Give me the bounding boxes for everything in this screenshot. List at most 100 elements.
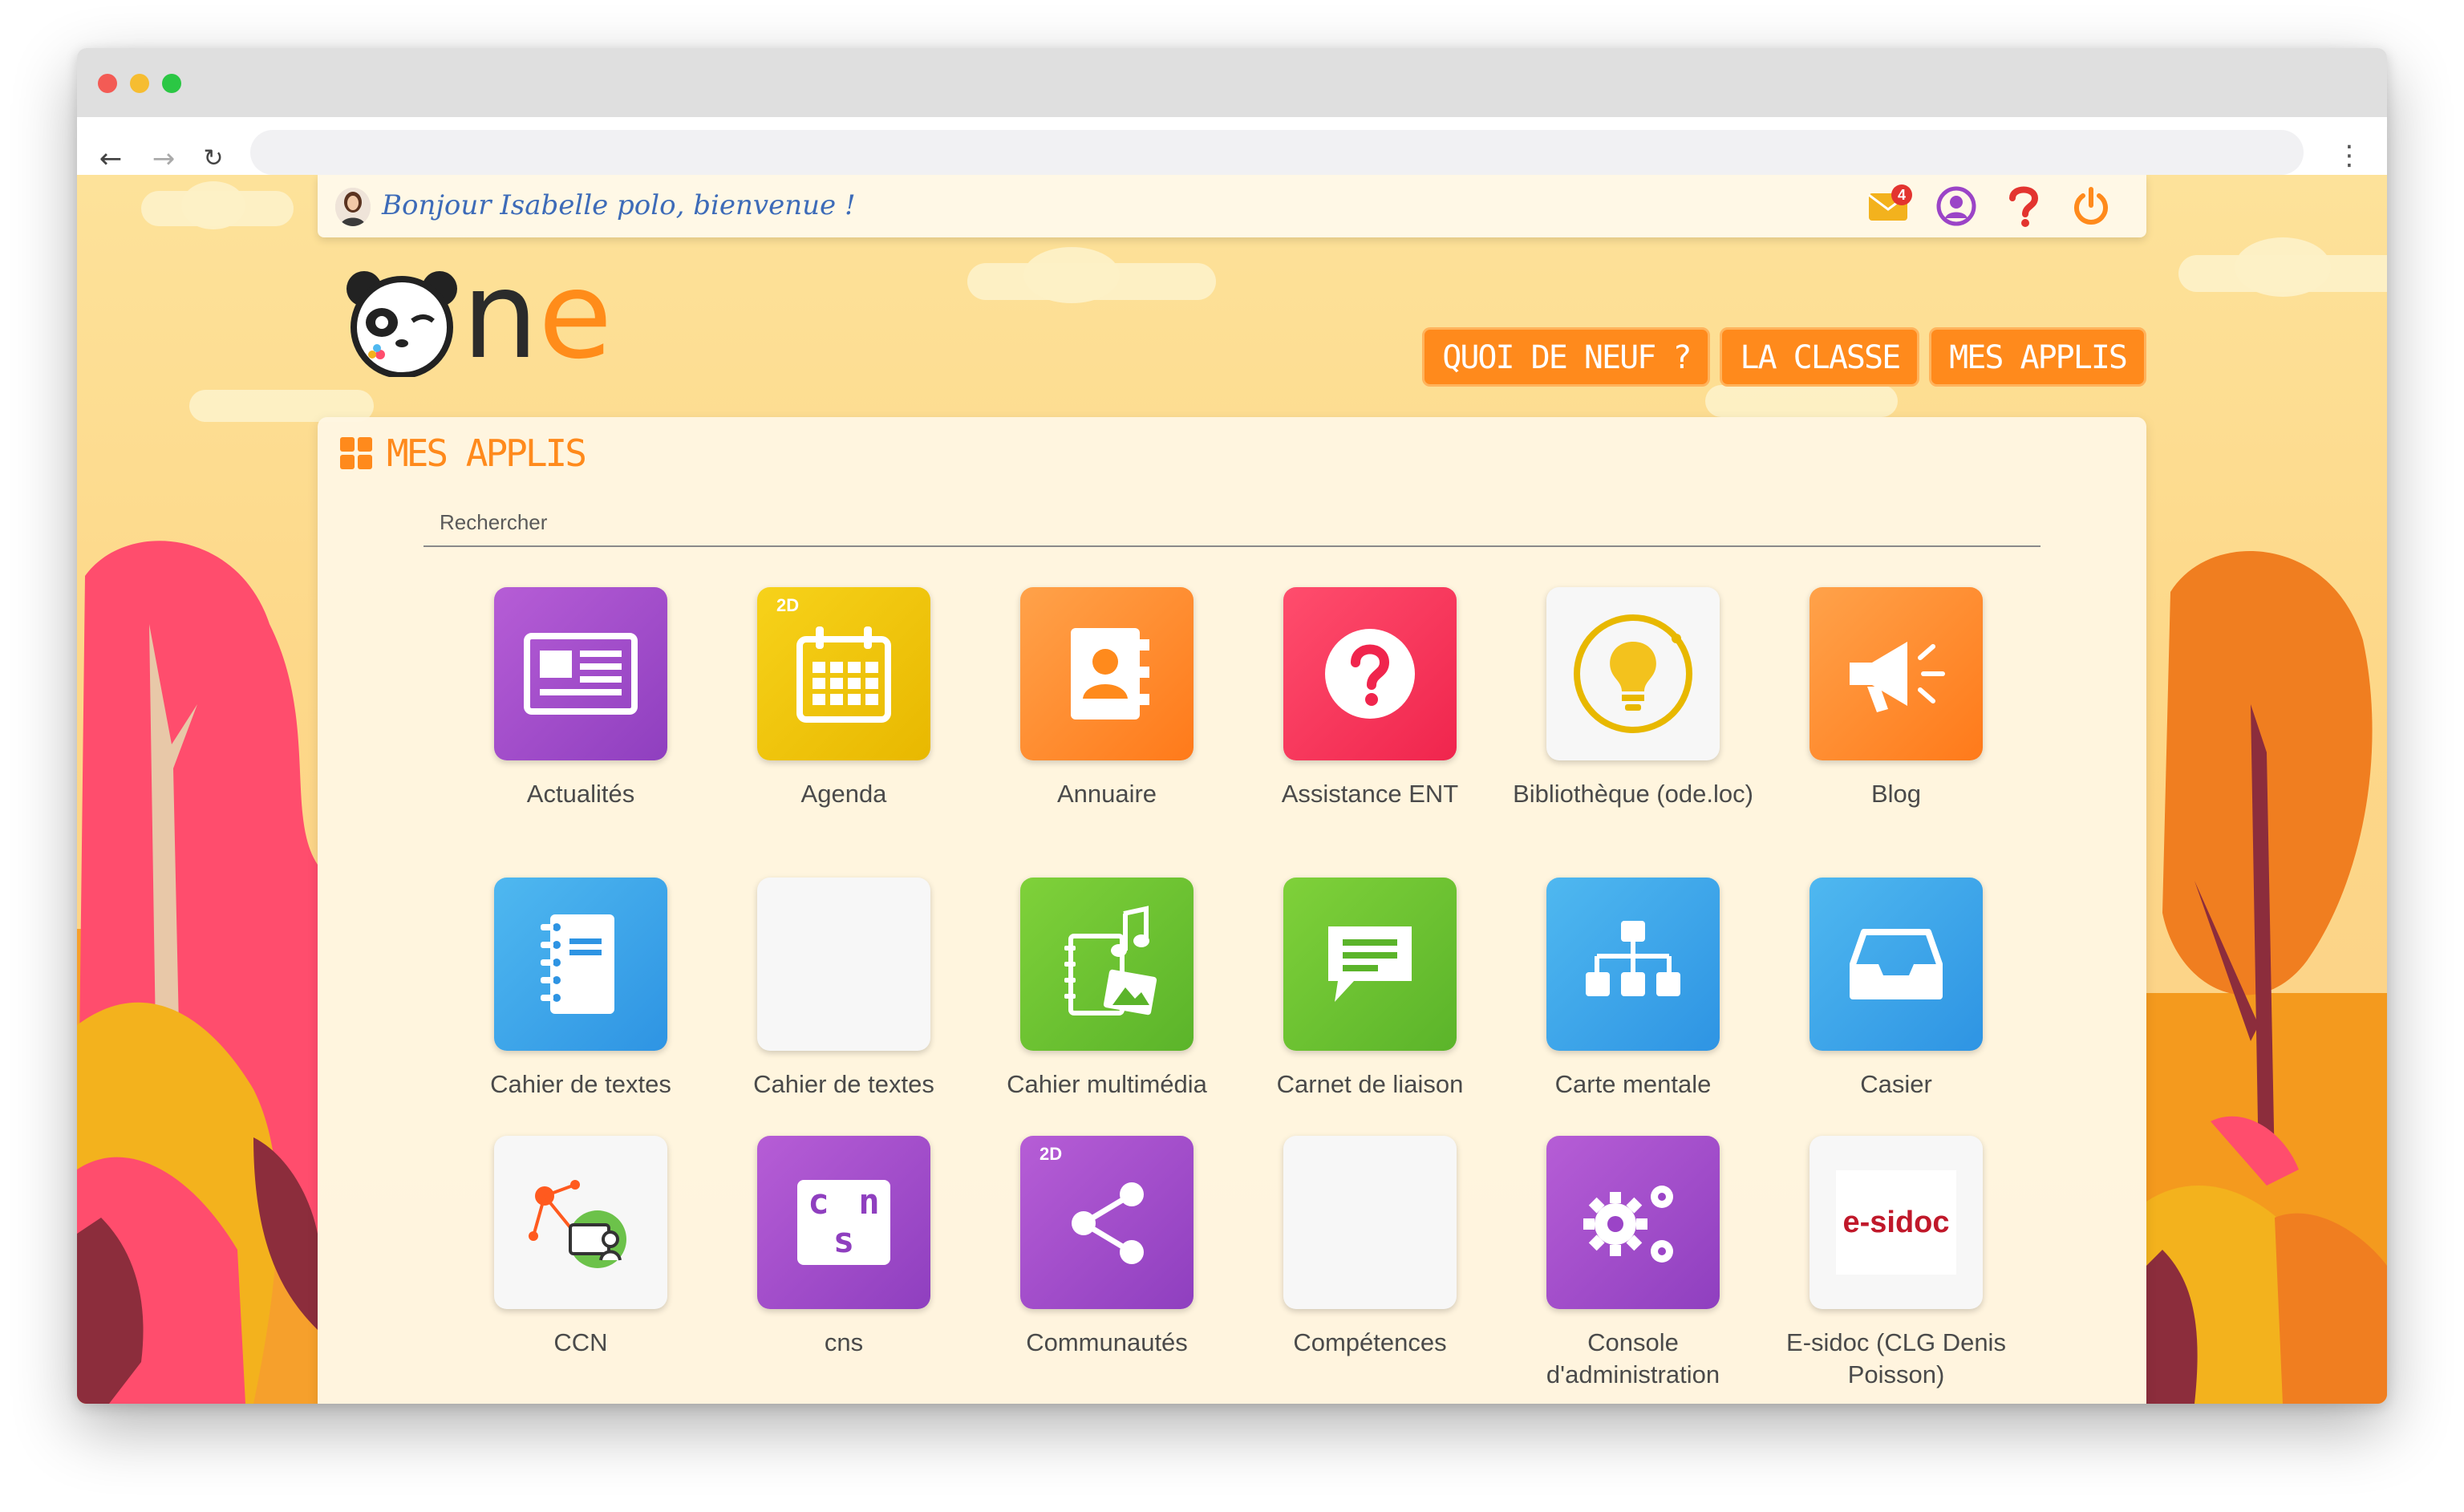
minimize-window-button[interactable] (130, 74, 149, 93)
panda-logo-icon (346, 271, 457, 379)
app-label: Carte mentale (1554, 1070, 1712, 1098)
app-tile[interactable] (1283, 1136, 1457, 1309)
app-cahier-de-textes-2[interactable]: Cahier de textes (715, 878, 972, 1101)
app-competences[interactable]: Compétences (1242, 1136, 1498, 1359)
browser-window: ← → ↻ ⋮ Bonjour Isabelle polo, bienvenue… (77, 48, 2387, 1404)
app-tile[interactable]: c n s (757, 1136, 930, 1309)
app-label: Console d'administration (1546, 1328, 1720, 1388)
page-viewport: Bonjour Isabelle polo, bienvenue ! 4 ne … (77, 175, 2387, 1404)
tab-quoi-de-neuf[interactable]: QUOI DE NEUF ? (1422, 327, 1711, 387)
lightbulb-icon (1574, 614, 1692, 733)
app-tile[interactable] (1546, 1136, 1720, 1309)
app-tile[interactable]: 2D (1020, 1136, 1194, 1309)
app-console-administration[interactable]: Console d'administration (1505, 1136, 1761, 1391)
app-tile[interactable]: 2D (757, 587, 930, 760)
logo-wordmark: ne (462, 256, 612, 376)
app-carnet-de-liaison[interactable]: Carnet de liaison (1242, 878, 1498, 1101)
app-label: Cahier multimédia (1007, 1070, 1207, 1098)
messages-button[interactable]: 4 (1866, 183, 1912, 229)
newspaper-icon (524, 633, 638, 715)
app-tile[interactable] (1283, 587, 1457, 760)
close-window-button[interactable] (98, 74, 117, 93)
notification-badge: 4 (1891, 184, 1912, 205)
cloud-decoration (1023, 247, 1120, 303)
apps-grid-icon (340, 437, 372, 469)
app-assistance-ent[interactable]: Assistance ENT (1242, 587, 1498, 810)
reload-icon[interactable]: ↻ (196, 141, 231, 176)
e-sidoc-logo-text: e-sidoc (1842, 1205, 1950, 1239)
user-avatar[interactable] (335, 188, 371, 226)
ccn-network-icon (529, 1180, 626, 1268)
main-navigation: QUOI DE NEUF ? LA CLASSE MES APPLIS (1422, 327, 2146, 387)
app-carte-mentale[interactable]: Carte mentale (1505, 878, 1761, 1101)
maximize-window-button[interactable] (162, 74, 181, 93)
forward-arrow-icon[interactable]: → (146, 141, 181, 176)
app-label: Compétences (1293, 1328, 1447, 1356)
one-logo[interactable]: ne (342, 256, 679, 379)
app-label: Cahier de textes (490, 1070, 671, 1098)
app-tile[interactable] (494, 587, 667, 760)
app-tile[interactable] (1546, 878, 1720, 1051)
notebook-icon (541, 914, 614, 1014)
app-label: Communautés (1026, 1328, 1188, 1356)
app-annuaire[interactable]: Annuaire (979, 587, 1235, 810)
app-blog[interactable]: Blog (1768, 587, 2024, 810)
app-label: Annuaire (1056, 780, 1157, 808)
gears-icon (1583, 1186, 1673, 1263)
app-label: Assistance ENT (1281, 780, 1459, 808)
app-e-sidoc[interactable]: e-sidoc E-sidoc (CLG Denis Poisson) (1768, 1136, 2024, 1391)
account-button[interactable] (1933, 183, 1980, 229)
panel-title: MES APPLIS (340, 432, 587, 475)
user-profile-icon (1936, 186, 1976, 226)
help-button[interactable] (2000, 183, 2047, 229)
cloud-decoration (1705, 385, 1898, 417)
app-actualites[interactable]: Actualités (452, 587, 709, 810)
greeting-text: Bonjour Isabelle polo, bienvenue ! (382, 189, 856, 221)
search-input[interactable]: Rechercher (424, 497, 2040, 547)
app-tile[interactable] (1020, 587, 1194, 760)
app-tile[interactable] (1810, 878, 1983, 1051)
app-label: Carnet de liaison (1276, 1070, 1464, 1098)
e-sidoc-logo: e-sidoc (1836, 1170, 1956, 1275)
cloud-decoration (181, 181, 245, 229)
app-tile[interactable]: e-sidoc (1810, 1136, 1983, 1309)
app-tile[interactable] (1810, 587, 1983, 760)
app-tile[interactable] (1546, 587, 1720, 760)
sitemap-icon (1586, 921, 1680, 996)
app-casier[interactable]: Casier (1768, 878, 2024, 1101)
app-bibliotheque[interactable]: Bibliothèque (ode.loc) (1505, 587, 1761, 810)
app-label: Casier (1860, 1070, 1932, 1098)
speech-bubble-icon (1328, 926, 1412, 1002)
tab-mes-applis[interactable]: MES APPLIS (1929, 327, 2146, 387)
app-tile[interactable] (757, 878, 930, 1051)
logout-button[interactable] (2068, 183, 2114, 229)
autumn-tree-right-illustration (2146, 551, 2387, 1404)
app-tile[interactable] (1020, 878, 1194, 1051)
app-tile[interactable] (1283, 878, 1457, 1051)
share-network-icon (1072, 1182, 1144, 1264)
app-communautes[interactable]: 2D Communautés (979, 1136, 1235, 1359)
logo-letter-n: n (462, 246, 539, 386)
title-bar (77, 48, 2387, 117)
address-bar[interactable] (250, 130, 2304, 175)
autumn-tree-left-illustration (77, 541, 318, 1404)
app-label: Agenda (800, 780, 887, 808)
panel-title-text: MES APPLIS (387, 432, 587, 475)
megaphone-icon (1850, 642, 1945, 712)
app-tile[interactable] (494, 878, 667, 1051)
apps-panel: MES APPLIS Rechercher Actualités 2D Agen… (318, 417, 2146, 1404)
app-tile[interactable] (494, 1136, 667, 1309)
tab-la-classe[interactable]: LA CLASSE (1720, 327, 1920, 387)
help-circle-icon (1325, 629, 1415, 719)
browser-menu-icon[interactable]: ⋮ (2336, 140, 2363, 172)
app-cahier-de-textes[interactable]: Cahier de textes (452, 878, 709, 1101)
address-book-icon (1071, 628, 1149, 720)
back-arrow-icon[interactable]: ← (93, 141, 128, 176)
app-agenda[interactable]: 2D Agenda (715, 587, 972, 810)
app-ccn[interactable]: CCN (452, 1136, 709, 1359)
app-label: Blog (1870, 780, 1922, 808)
app-cahier-multimedia[interactable]: Cahier multimédia (979, 878, 1235, 1101)
app-cns[interactable]: c n s cns (715, 1136, 972, 1359)
cloud-decoration (2235, 237, 2331, 297)
app-label: Bibliothèque (ode.loc) (1513, 780, 1753, 808)
